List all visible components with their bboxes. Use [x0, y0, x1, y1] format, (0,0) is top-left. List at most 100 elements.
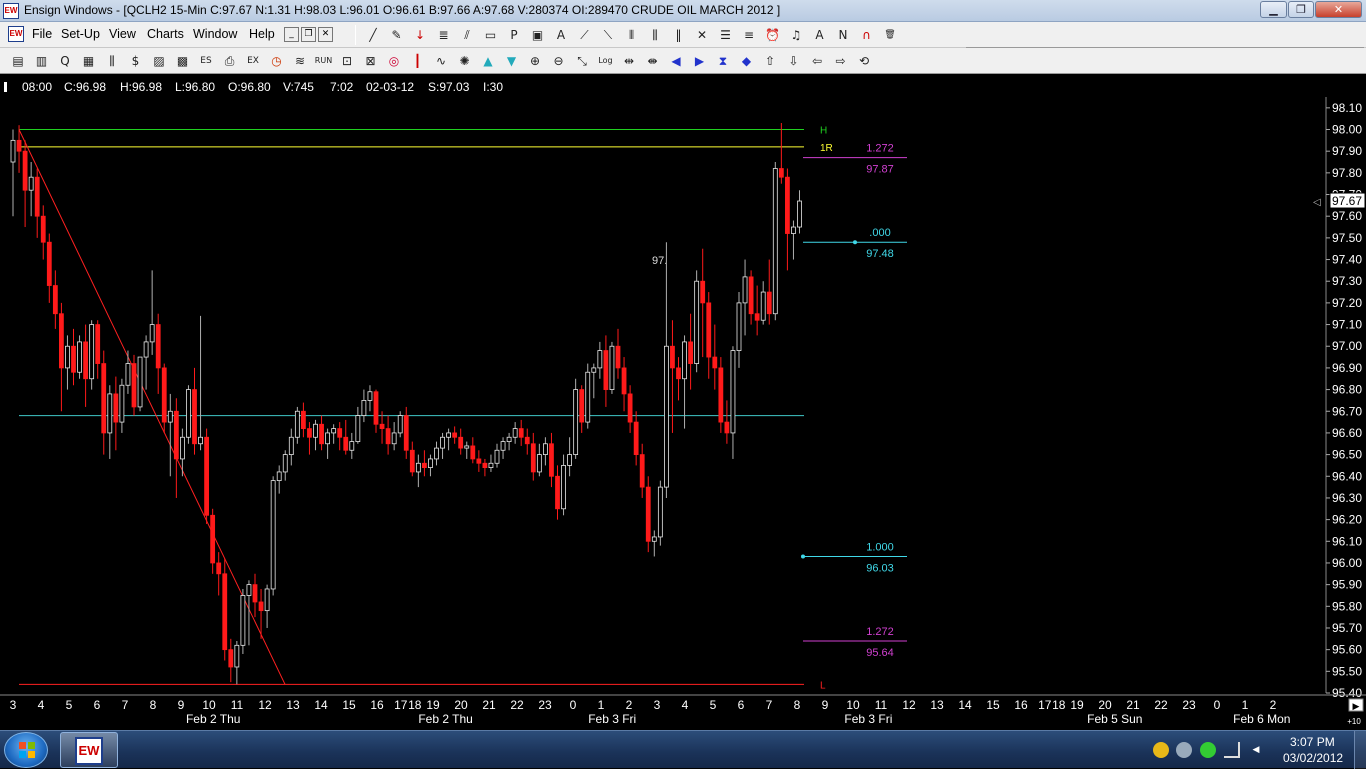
scale-icon[interactable]: ⤡ — [572, 51, 592, 71]
gann-fan-icon[interactable]: ⟋ — [575, 25, 595, 45]
arrow-down-icon[interactable]: ↓ — [410, 25, 430, 45]
tile-windows-icon[interactable]: ▤ — [8, 51, 28, 71]
mdi-restore-button[interactable]: ❐ — [301, 27, 316, 42]
bell-icon[interactable]: ♫ — [786, 25, 806, 45]
globe-icon[interactable]: ◎ — [384, 51, 404, 71]
signal-tray-icon[interactable] — [1224, 742, 1240, 758]
menu-setup[interactable]: Set-Up — [61, 27, 100, 41]
cross-lines-icon[interactable]: ✕ — [692, 25, 712, 45]
x-tick-label: 18 — [408, 698, 422, 712]
zoom-in-icon[interactable]: ⊕ — [525, 51, 545, 71]
equal-lines-icon[interactable]: ≡ — [739, 25, 759, 45]
scroll-left-icon[interactable]: ◀ — [666, 51, 686, 71]
menu-window[interactable]: Window — [193, 27, 237, 41]
x-date-label: Feb 6 Mon — [1233, 712, 1290, 726]
arrow-left-icon[interactable]: ⇦ — [807, 51, 827, 71]
triangle-up-icon[interactable]: ▲ — [478, 51, 498, 71]
horizontal-lines-icon[interactable]: ☰ — [716, 25, 736, 45]
channel-icon[interactable]: ⫽ — [457, 25, 477, 45]
line-study-icon[interactable]: ∿ — [431, 51, 451, 71]
candle-body — [494, 449, 500, 464]
clock-date[interactable]: 03/02/2012 — [1283, 751, 1343, 765]
x-tick-label: 9 — [178, 698, 185, 712]
y-tick-label: 97.10 — [1332, 318, 1362, 332]
line-draw-icon[interactable]: ╱ — [363, 25, 383, 45]
clock-time[interactable]: 3:07 PM — [1290, 735, 1335, 749]
taskbar-ensign-app[interactable]: EW — [60, 732, 118, 768]
compress-v-icon[interactable]: ◆ — [737, 51, 757, 71]
candle-icon[interactable]: ┃ — [408, 51, 428, 71]
log-icon[interactable]: Log — [596, 51, 616, 71]
bar-chart-icon[interactable]: ⫼ — [102, 51, 122, 71]
vertical-lines-icon[interactable]: ⦀ — [622, 25, 642, 45]
rectangle-icon[interactable]: ▭ — [481, 25, 501, 45]
clock-icon[interactable]: ◷ — [267, 51, 287, 71]
n-wave-icon[interactable]: N — [833, 25, 853, 45]
box-icon[interactable]: ▣ — [528, 25, 548, 45]
mdi-close-button[interactable]: ✕ — [318, 27, 333, 42]
cycle-fib-icon[interactable]: ‖ — [669, 25, 689, 45]
text-a-icon[interactable]: A — [551, 25, 571, 45]
start-button[interactable] — [4, 732, 48, 768]
p-icon[interactable]: P — [504, 25, 524, 45]
menu-help[interactable]: Help — [249, 27, 275, 41]
price-chart[interactable]: H1RL1.27297.87.00097.481.00096.031.27295… — [0, 75, 1366, 730]
news-icon[interactable]: ▦ — [79, 51, 99, 71]
volume-tray-icon[interactable]: ◀ — [1248, 742, 1264, 758]
arrow-up-icon[interactable]: ⇧ — [760, 51, 780, 71]
chart-panel[interactable]: 08:00 C:96.98 H:96.98 L:96.80 O:96.80 V:… — [0, 75, 1366, 730]
portfolio-icon[interactable]: ▨ — [149, 51, 169, 71]
y-tick-label: 97.30 — [1332, 274, 1362, 288]
espl-icon[interactable]: ES — [196, 51, 216, 71]
menu-charts[interactable]: Charts — [147, 27, 184, 41]
candle-body — [549, 443, 554, 477]
scroll-right-icon[interactable]: ▶ — [690, 51, 710, 71]
lock-closed-icon[interactable]: ⊠ — [361, 51, 381, 71]
x-tick-label: 20 — [1098, 698, 1112, 712]
menu-view[interactable]: View — [109, 27, 136, 41]
arrow-right-icon[interactable]: ⇨ — [831, 51, 851, 71]
expand-h-icon[interactable]: ⇹ — [619, 51, 639, 71]
print-icon[interactable]: ⎙ — [220, 51, 240, 71]
green-tray-icon[interactable] — [1200, 742, 1216, 758]
cycles-icon[interactable]: ⫼ — [645, 25, 665, 45]
close-button[interactable]: ✕ — [1315, 1, 1362, 18]
pencil-icon[interactable]: ✎ — [387, 25, 407, 45]
q-icon[interactable]: Q — [55, 51, 75, 71]
candle-body — [216, 562, 222, 575]
fibonacci-icon[interactable]: ≣ — [434, 25, 454, 45]
network-tray-icon[interactable] — [1176, 742, 1192, 758]
trash-icon[interactable]: 🗑 — [880, 25, 900, 45]
options-icon[interactable]: ▩ — [173, 51, 193, 71]
arrow-down2-icon[interactable]: ⇩ — [784, 51, 804, 71]
alarm-clock-icon[interactable]: ⏰ — [763, 25, 783, 45]
lock-icon[interactable]: ⊡ — [337, 51, 357, 71]
zoom-out-icon[interactable]: ⊖ — [549, 51, 569, 71]
restore-button[interactable]: ❐ — [1288, 1, 1314, 18]
quote-page-icon[interactable]: ▥ — [32, 51, 52, 71]
exit-icon[interactable]: EX — [243, 51, 263, 71]
reset-icon[interactable]: ⟲ — [854, 51, 874, 71]
candle-body — [778, 168, 784, 178]
clock-tray-icon[interactable] — [1153, 742, 1169, 758]
fib-ratio-label: 1.272 — [866, 626, 894, 638]
menu-file[interactable]: File — [32, 27, 52, 41]
fib-fan-icon[interactable]: ⟍ — [598, 25, 618, 45]
mdi-minimize-button[interactable]: _ — [284, 27, 299, 42]
candle-body — [179, 436, 185, 460]
minimize-button[interactable]: ▁ — [1260, 1, 1287, 18]
magnet-icon[interactable]: ∩ — [857, 25, 877, 45]
run-icon[interactable]: RUN — [314, 51, 334, 71]
color-wheel-icon[interactable]: ✺ — [455, 51, 475, 71]
dollar-icon[interactable]: $ — [126, 51, 146, 71]
candle-body — [313, 423, 318, 438]
expand-v-icon[interactable]: ⧗ — [713, 51, 733, 71]
triangle-down-icon[interactable]: ▼ — [502, 51, 522, 71]
last-price-label: 97.67 — [1332, 194, 1362, 208]
arrow-a-icon[interactable]: A — [810, 25, 830, 45]
show-desktop-button[interactable] — [1354, 731, 1366, 769]
compress-h-icon[interactable]: ⇼ — [643, 51, 663, 71]
waves-icon[interactable]: ≋ — [290, 51, 310, 71]
candle-body — [337, 428, 343, 438]
child-window-icon[interactable]: EW — [8, 26, 24, 42]
